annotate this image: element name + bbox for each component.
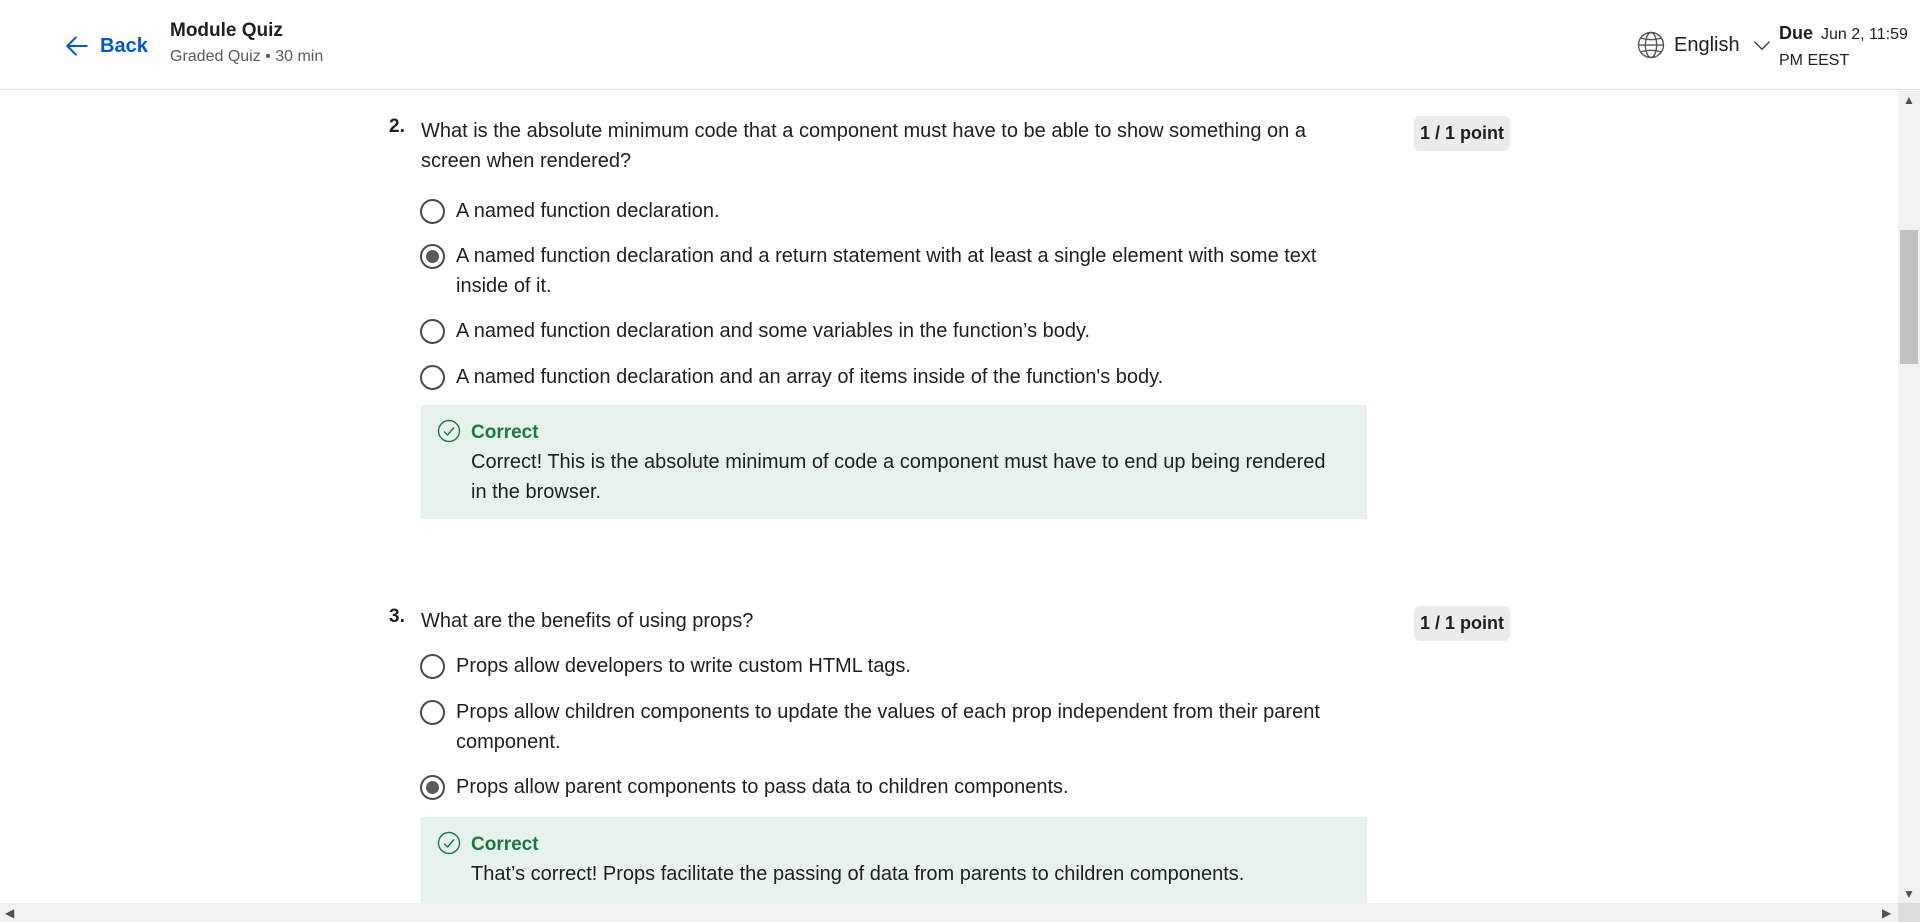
question-number: 2. — [389, 116, 405, 137]
option-label: Props allow children components to updat… — [456, 701, 1320, 753]
due-date: Due Jun 2, 11:59 PM EEST — [1779, 20, 1909, 74]
feedback-title: Correct — [471, 422, 539, 443]
quiz-subtitle: Graded Quiz • 30 min — [170, 48, 324, 65]
option-label: A named function declaration. — [456, 200, 720, 222]
answer-option[interactable]: A named function declaration and some va… — [420, 319, 1350, 346]
option-label: A named function declaration and an arra… — [456, 366, 1164, 388]
option-label: Props allow parent components to pass da… — [456, 776, 1069, 798]
quiz-header: Back Module Quiz Graded Quiz • 30 min En… — [0, 0, 1920, 90]
answer-option[interactable]: Props allow developers to write custom H… — [420, 654, 1350, 681]
feedback-text: That’s correct! Props facilitate the pas… — [471, 863, 1245, 885]
question-number: 3. — [389, 606, 405, 627]
answer-option[interactable]: Props allow children components to updat… — [420, 700, 1350, 757]
radio-button[interactable] — [420, 700, 445, 725]
scroll-down-arrow-icon[interactable]: ▼ — [1903, 887, 1915, 901]
answer-option[interactable]: A named function declaration and a retur… — [420, 244, 1350, 301]
check-circle-icon — [437, 419, 461, 443]
quiz-title-block: Module Quiz Graded Quiz • 30 min — [170, 20, 323, 66]
check-circle-icon — [437, 831, 461, 855]
scrollbar-corner — [1898, 903, 1920, 922]
radio-button[interactable] — [420, 365, 445, 390]
quiz-content: 2. What is the absolute minimum code tha… — [0, 91, 1898, 903]
radio-button[interactable] — [420, 199, 445, 224]
points-badge: 1 / 1 point — [1414, 606, 1511, 641]
feedback-text: Correct! This is the absolute minimum of… — [471, 451, 1326, 503]
scroll-left-arrow-icon[interactable]: ◀ — [5, 906, 14, 920]
back-button[interactable]: Back — [64, 30, 148, 62]
feedback-title: Correct — [471, 834, 539, 855]
radio-button[interactable] — [420, 319, 445, 344]
horizontal-scrollbar[interactable]: ◀ ▶ — [0, 903, 1898, 922]
scroll-up-arrow-icon[interactable]: ▲ — [1903, 93, 1915, 107]
answer-option[interactable]: A named function declaration. — [420, 199, 1350, 226]
option-label: A named function declaration and some va… — [456, 320, 1091, 342]
answer-option[interactable]: A named function declaration and an arra… — [420, 365, 1350, 392]
radio-button[interactable] — [420, 654, 445, 679]
scrollbar-thumb[interactable] — [1900, 230, 1918, 364]
question-text: What are the benefits of using props? — [421, 610, 754, 632]
answer-option[interactable]: Props allow parent components to pass da… — [420, 775, 1350, 802]
language-label: English — [1674, 33, 1740, 56]
radio-button-selected[interactable] — [420, 775, 445, 800]
question-text: What is the absolute minimum code that a… — [421, 120, 1306, 172]
due-label: Due — [1779, 23, 1814, 43]
scroll-right-arrow-icon[interactable]: ▶ — [1882, 906, 1891, 920]
question-3: 3. What are the benefits of using props?… — [389, 606, 1511, 903]
globe-icon — [1637, 31, 1665, 59]
arrow-left-icon — [66, 36, 88, 56]
back-label: Back — [100, 34, 148, 57]
page-title: Module Quiz — [170, 20, 283, 41]
question-2: 2. What is the absolute minimum code tha… — [389, 116, 1511, 526]
language-selector[interactable]: English — [1636, 30, 1772, 60]
chevron-down-icon — [1753, 41, 1770, 51]
feedback-correct: Correct That’s correct! Props facilitate… — [421, 817, 1367, 903]
points-badge: 1 / 1 point — [1414, 116, 1511, 151]
option-label: Props allow developers to write custom H… — [456, 655, 911, 677]
option-label: A named function declaration and a retur… — [456, 245, 1317, 297]
vertical-scrollbar[interactable]: ▲ ▼ — [1898, 91, 1920, 903]
radio-button-selected[interactable] — [420, 244, 445, 269]
feedback-correct: Correct Correct! This is the absolute mi… — [421, 405, 1367, 519]
